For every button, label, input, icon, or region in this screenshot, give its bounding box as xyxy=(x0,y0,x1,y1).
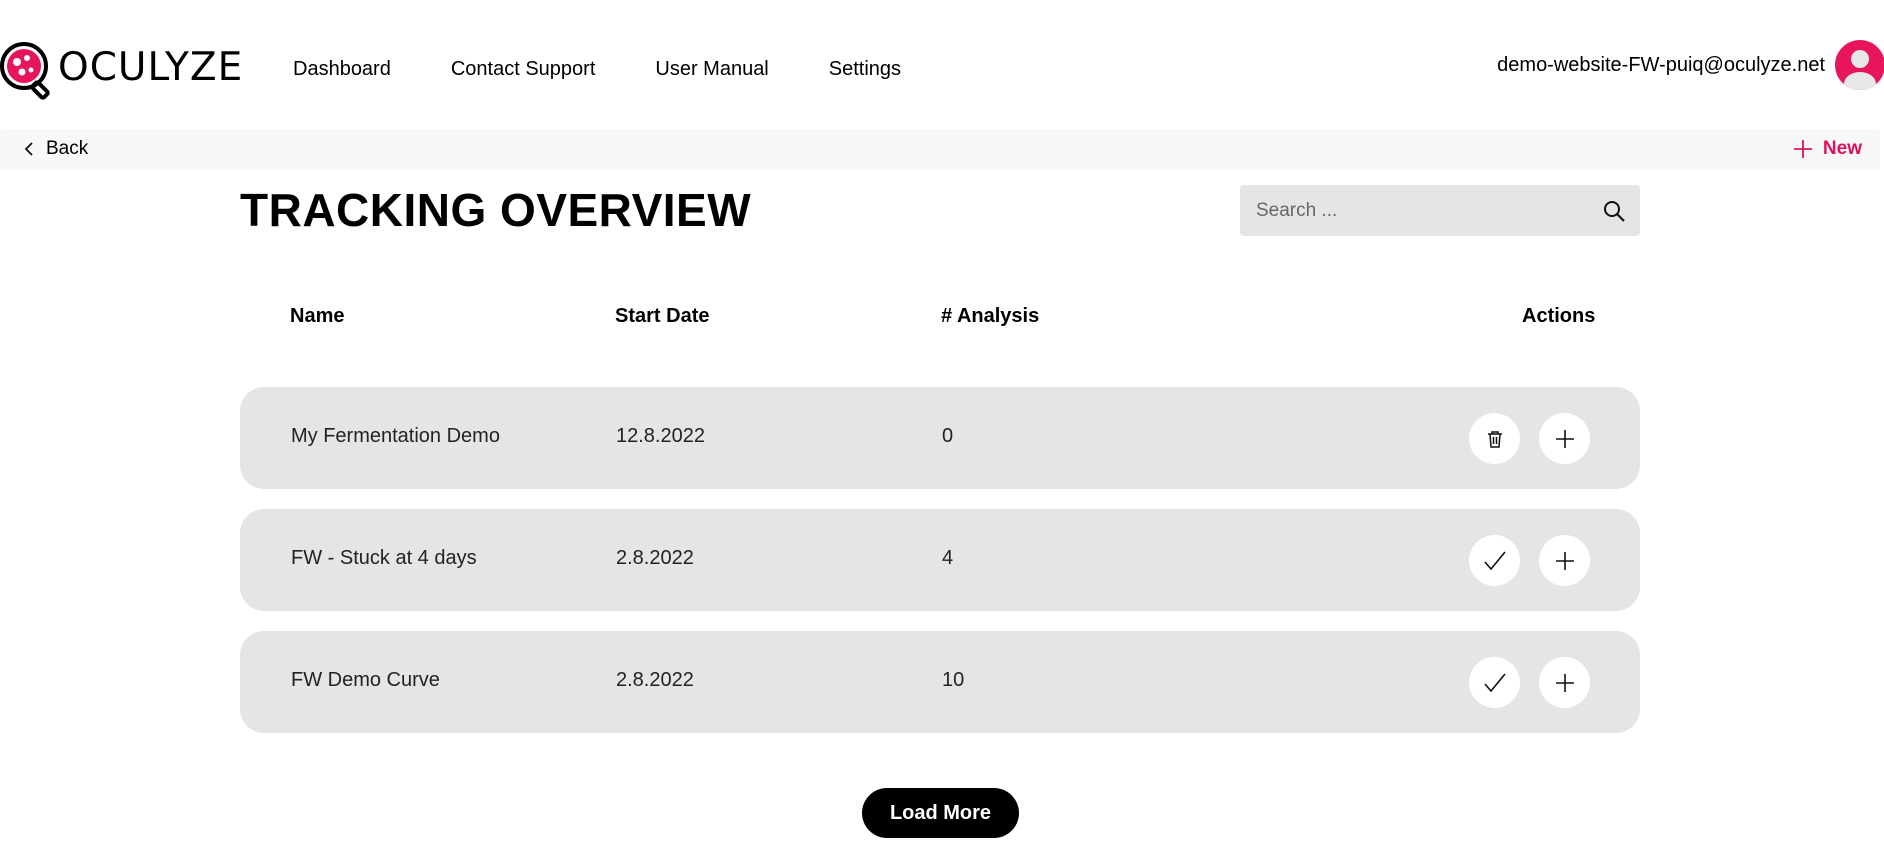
logo-text: OCULYZE xyxy=(58,44,244,90)
row-name: FW Demo Curve xyxy=(291,669,440,691)
plus-icon xyxy=(1555,551,1574,570)
complete-button[interactable] xyxy=(1469,657,1520,708)
row-analysis-count: 4 xyxy=(942,547,954,569)
nav-contact-support[interactable]: Contact Support xyxy=(451,58,596,81)
page-title: TRACKING OVERVIEW xyxy=(240,184,752,236)
row-analysis-count: 10 xyxy=(942,669,965,691)
search-icon[interactable] xyxy=(1602,199,1626,228)
user-avatar-icon[interactable] xyxy=(1835,40,1884,90)
column-header-analysis[interactable]: # Analysis xyxy=(941,305,1039,328)
plus-icon xyxy=(1555,429,1574,448)
plus-icon xyxy=(1555,673,1574,692)
back-button[interactable]: Back xyxy=(24,138,88,160)
table-row[interactable]: FW Demo Curve 2.8.2022 10 xyxy=(240,631,1640,733)
row-name: FW - Stuck at 4 days xyxy=(291,547,477,569)
add-analysis-button[interactable] xyxy=(1539,535,1590,586)
table-header: Name Start Date # Analysis Actions xyxy=(240,305,1640,329)
oculyze-logo[interactable]: OCULYZE xyxy=(0,40,243,100)
table-row[interactable]: FW - Stuck at 4 days 2.8.2022 4 xyxy=(240,509,1640,611)
user-email[interactable]: demo-website-FW-puiq@oculyze.net xyxy=(1497,54,1825,77)
column-header-actions: Actions xyxy=(1522,305,1596,327)
search-box xyxy=(1240,185,1640,236)
new-label: New xyxy=(1822,138,1862,159)
column-header-name[interactable]: Name xyxy=(290,305,344,328)
top-navigation-bar: OCULYZE Dashboard Contact Support User M… xyxy=(0,0,1884,128)
nav-settings[interactable]: Settings xyxy=(829,58,901,81)
table-row[interactable]: My Fermentation Demo 12.8.2022 0 xyxy=(240,387,1640,489)
user-menu: demo-website-FW-puiq@oculyze.net xyxy=(1497,40,1884,90)
column-header-start-date[interactable]: Start Date xyxy=(615,305,709,328)
row-start-date: 2.8.2022 xyxy=(616,547,694,569)
action-bar: Back New xyxy=(0,129,1880,170)
check-icon xyxy=(1483,672,1506,692)
main-nav: Dashboard Contact Support User Manual Se… xyxy=(293,58,961,81)
search-input[interactable] xyxy=(1256,185,1586,236)
logo-magnifier-icon xyxy=(0,42,50,100)
complete-button[interactable] xyxy=(1469,535,1520,586)
nav-user-manual[interactable]: User Manual xyxy=(655,58,768,81)
delete-button[interactable] xyxy=(1469,413,1520,464)
trash-icon xyxy=(1487,430,1502,448)
load-more-button[interactable]: Load More xyxy=(862,788,1019,838)
new-button[interactable]: New xyxy=(1793,138,1862,160)
plus-icon xyxy=(1793,139,1813,159)
chevron-left-icon xyxy=(24,141,34,157)
back-label: Back xyxy=(46,138,89,159)
check-icon xyxy=(1483,550,1506,570)
nav-dashboard[interactable]: Dashboard xyxy=(293,58,391,81)
row-start-date: 2.8.2022 xyxy=(616,669,694,691)
add-analysis-button[interactable] xyxy=(1539,657,1590,708)
row-analysis-count: 0 xyxy=(942,425,954,447)
row-start-date: 12.8.2022 xyxy=(616,425,705,447)
add-analysis-button[interactable] xyxy=(1539,413,1590,464)
row-name: My Fermentation Demo xyxy=(291,425,500,447)
